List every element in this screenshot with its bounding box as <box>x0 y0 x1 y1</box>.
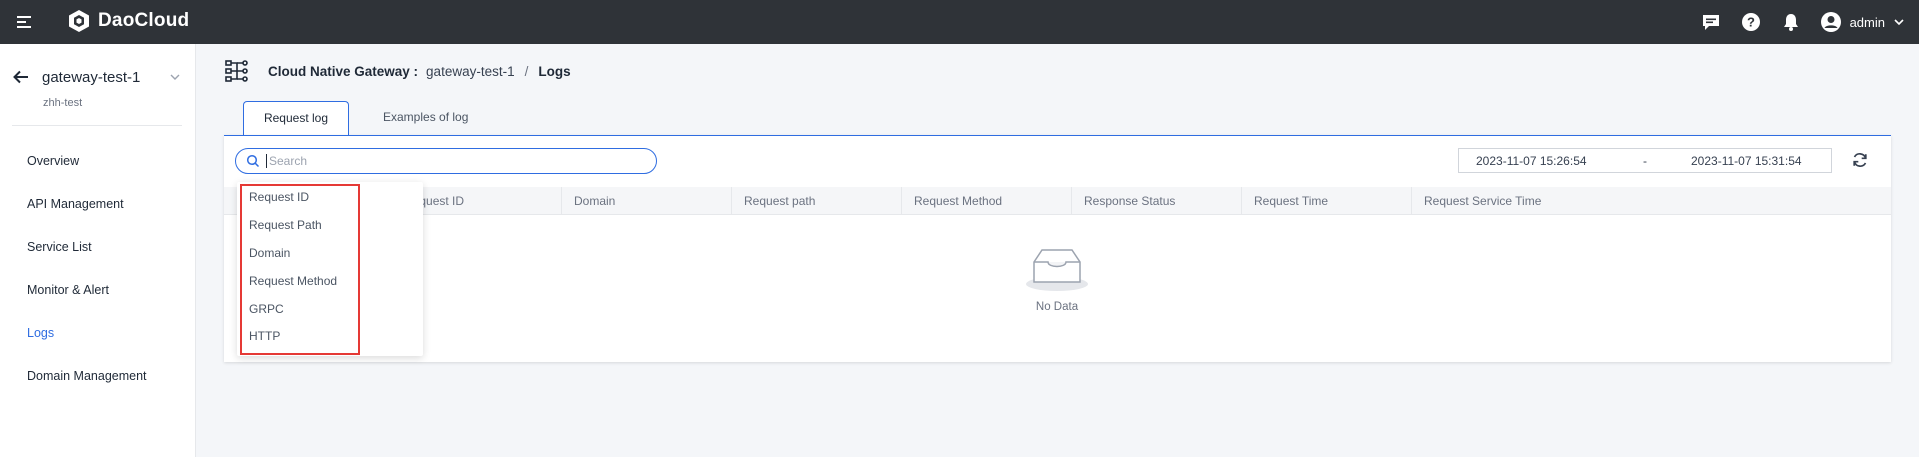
user-menu[interactable]: admin <box>1820 11 1905 33</box>
gateway-selector: gateway-test-1 <box>12 68 182 86</box>
log-panel: 2023-11-07 15:26:54 - 2023-11-07 15:31:5… <box>224 135 1891 362</box>
sidebar-item-api-management[interactable]: API Management <box>0 183 196 226</box>
empty-inbox-icon <box>1026 249 1088 291</box>
date-range-separator: - <box>1643 153 1647 168</box>
brand[interactable]: DaoCloud <box>66 8 189 34</box>
message-icon[interactable] <box>1700 11 1722 33</box>
chevron-down-icon[interactable] <box>168 70 182 84</box>
breadcrumb-title: Cloud Native Gateway : <box>268 63 419 79</box>
column-header-response-status[interactable]: Response Status <box>1071 187 1241 215</box>
tab-request-log[interactable]: Request log <box>243 101 349 137</box>
search-box[interactable] <box>235 148 657 174</box>
table-header: Request ID Domain Request path Request M… <box>224 187 1891 215</box>
empty-state: No Data <box>1017 242 1097 313</box>
dropdown-option-domain[interactable]: Domain <box>249 246 290 260</box>
tabs: Request log Examples of log <box>243 101 486 137</box>
search-input[interactable] <box>266 154 646 168</box>
dropdown-option-request-method[interactable]: Request Method <box>249 274 337 288</box>
sidebar-item-domain-management[interactable]: Domain Management <box>0 355 196 398</box>
top-actions: ? admin <box>1700 0 1905 44</box>
gateway-namespace: zhh-test <box>43 97 83 109</box>
main-content: Cloud Native Gateway : gateway-test-1 / … <box>196 44 1919 457</box>
column-header-request-service-time[interactable]: Request Service Time <box>1411 187 1691 215</box>
breadcrumb-separator: / <box>524 63 529 79</box>
dropdown-option-http[interactable]: HTTP <box>249 329 280 343</box>
column-header-request-path[interactable]: Request path <box>731 187 901 215</box>
username: admin <box>1849 14 1885 30</box>
column-header-domain[interactable]: Domain <box>561 187 731 215</box>
column-header-request-time[interactable]: Request Time <box>1241 187 1411 215</box>
daocloud-logo-icon <box>69 10 89 32</box>
breadcrumb-gateway-link[interactable]: gateway-test-1 <box>426 64 515 79</box>
date-range-picker[interactable]: 2023-11-07 15:26:54 - 2023-11-07 15:31:5… <box>1458 148 1832 173</box>
date-range-start[interactable]: 2023-11-07 15:26:54 <box>1476 154 1587 168</box>
brand-name: DaoCloud <box>98 10 190 31</box>
breadcrumb: Cloud Native Gateway : gateway-test-1 / … <box>224 58 571 84</box>
dropdown-option-request-path[interactable]: Request Path <box>249 218 322 232</box>
dropdown-option-grpc[interactable]: GRPC <box>249 302 284 316</box>
sidebar-nav: Overview API Management Service List Mon… <box>0 140 196 398</box>
date-range-end[interactable]: 2023-11-07 15:31:54 <box>1691 154 1802 168</box>
avatar-icon <box>1820 12 1841 32</box>
top-bar: DaoCloud ? admin <box>0 0 1919 44</box>
empty-state-text: No Data <box>1035 301 1079 313</box>
help-icon[interactable]: ? <box>1740 11 1762 33</box>
sidebar-item-monitor-alert[interactable]: Monitor & Alert <box>0 269 196 312</box>
column-header-request-method[interactable]: Request Method <box>901 187 1071 215</box>
chevron-down-icon <box>1894 19 1904 26</box>
sidebar-item-service-list[interactable]: Service List <box>0 226 196 269</box>
divider <box>12 125 182 126</box>
notification-bell-icon[interactable] <box>1780 11 1802 33</box>
back-arrow-icon[interactable] <box>12 68 30 86</box>
dropdown-option-request-id[interactable]: Request ID <box>249 190 309 204</box>
tab-examples-of-log[interactable]: Examples of log <box>365 101 486 136</box>
gateway-icon <box>225 60 248 82</box>
sidebar-item-overview[interactable]: Overview <box>0 140 196 183</box>
search-icon <box>246 154 260 168</box>
breadcrumb-current: Logs <box>538 63 571 79</box>
hamburger-menu-icon[interactable] <box>16 12 36 32</box>
svg-text:?: ? <box>1747 15 1755 30</box>
sidebar: gateway-test-1 zhh-test Overview API Man… <box>0 44 196 457</box>
gateway-name[interactable]: gateway-test-1 <box>42 69 140 86</box>
refresh-icon[interactable] <box>1851 151 1869 169</box>
sidebar-item-logs[interactable]: Logs <box>0 312 196 355</box>
